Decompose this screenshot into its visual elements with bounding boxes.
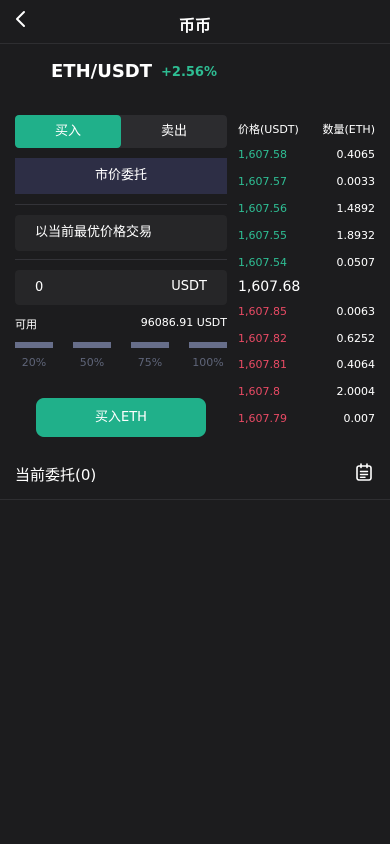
bid-price[interactable]: 1,607.57 [238, 175, 287, 188]
percent-50-label[interactable]: 50% [73, 356, 111, 369]
ask-qty: 0.4064 [336, 358, 376, 371]
bid-price[interactable]: 1,607.54 [238, 256, 287, 269]
order-type-select[interactable]: 市价委托 [15, 158, 227, 194]
buy-eth-button[interactable]: 买入ETH [36, 398, 206, 437]
divider [0, 499, 390, 500]
bid-qty: 0.0033 [336, 175, 376, 188]
amount-unit: USDT [171, 279, 207, 294]
bid-qty: 1.8932 [336, 229, 376, 242]
page-title: 币币 [178, 16, 211, 35]
last-price: 1,607.68 [238, 279, 301, 295]
nav-bar: 币币 [0, 0, 390, 44]
percent-100-bar[interactable] [189, 342, 227, 348]
percent-75-bar[interactable] [131, 342, 169, 348]
price-change: +2.56% [161, 65, 217, 80]
ask-price[interactable]: 1,607.85 [238, 305, 287, 318]
divider [15, 259, 227, 260]
bid-price[interactable]: 1,607.56 [238, 202, 287, 215]
percent-20-label[interactable]: 20% [15, 356, 53, 369]
available-value: 96086.91 USDT [140, 316, 227, 329]
ask-price[interactable]: 1,607.81 [238, 358, 287, 371]
ask-price[interactable]: 1,607.8 [238, 385, 280, 398]
bid-qty: 0.0507 [336, 256, 376, 269]
trading-pair: ETH/USDT [51, 61, 153, 82]
percent-75-label[interactable]: 75% [131, 356, 169, 369]
current-orders-title: 当前委托(0) [15, 466, 97, 484]
amount-field: USDT [15, 270, 227, 305]
bid-qty: 1.4892 [336, 202, 376, 215]
percent-20-bar[interactable] [15, 342, 53, 348]
percent-50-bar[interactable] [73, 342, 111, 348]
bid-price[interactable]: 1,607.58 [238, 148, 287, 161]
ask-qty: 0.0063 [336, 305, 376, 318]
document-list-icon[interactable] [355, 463, 373, 482]
best-price-field: 以当前最优价格交易 [15, 215, 227, 251]
ask-qty: 2.0004 [336, 385, 376, 398]
orderbook-price-header: 价格(USDT) [238, 123, 299, 136]
available-label: 可用 [15, 318, 37, 331]
orderbook-qty-header: 数量(ETH) [322, 123, 375, 136]
ask-price[interactable]: 1,607.82 [238, 332, 287, 345]
tab-buy[interactable]: 买入 [15, 115, 121, 148]
tab-sell[interactable]: 卖出 [121, 115, 227, 148]
ask-price[interactable]: 1,607.79 [238, 412, 287, 425]
divider [15, 204, 227, 205]
ask-qty: 0.007 [343, 412, 376, 425]
ask-qty: 0.6252 [336, 332, 376, 345]
amount-input[interactable] [35, 270, 155, 305]
trade-side-tabs: 买入 卖出 [15, 115, 227, 148]
percent-100-label[interactable]: 100% [189, 356, 227, 369]
bid-price[interactable]: 1,607.55 [238, 229, 287, 242]
bid-qty: 0.4065 [336, 148, 376, 161]
